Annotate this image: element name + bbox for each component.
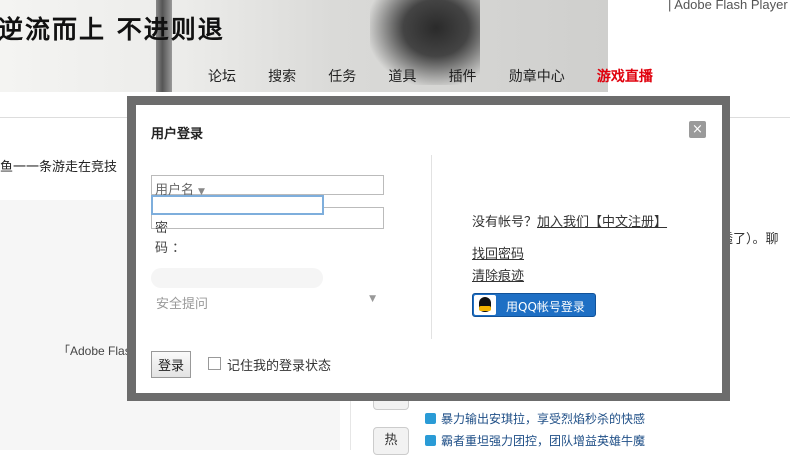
login-dialog: 用户登录 × 用户名 ▼ 密码 ： 安全提问 ▼ 没有帐号？加入我们【中文注册】 …: [136, 105, 722, 393]
nav-tasks[interactable]: 任务: [328, 66, 356, 86]
flash-placeholder: 「Adobe Flas: [58, 344, 131, 358]
news-title[interactable]: 霸者重坦强力团控，团队增益英雄牛魔: [441, 434, 645, 448]
forgot-password-link[interactable]: 找回密码: [472, 243, 524, 262]
nav-search[interactable]: 搜索: [268, 66, 296, 86]
main-nav: 论坛 搜索 任务 道具 插件 勋章中心 游戏直播: [208, 66, 681, 86]
username-type-select[interactable]: 用户名 ▼: [151, 175, 384, 198]
news-title[interactable]: 暴力输出安琪拉，享受烈焰秒杀的快感: [441, 412, 645, 426]
qq-penguin-icon: [474, 295, 496, 315]
nav-medals[interactable]: 勋章中心: [509, 66, 565, 86]
hot-button[interactable]: 热: [373, 427, 409, 455]
flash-player-notice: | Adobe Flash Player: [668, 0, 788, 12]
news-icon: [425, 413, 436, 424]
news-icon: [425, 435, 436, 446]
register-link[interactable]: 加入我们【中文注册】: [537, 215, 667, 230]
dialog-title: 用户登录: [151, 127, 204, 142]
nav-game-live[interactable]: 游戏直播: [597, 66, 653, 86]
remember-checkbox[interactable]: [208, 357, 221, 370]
remember-label: 记住我的登录状态: [227, 359, 332, 374]
login-button[interactable]: 登录: [151, 351, 191, 378]
captcha-placeholder: [151, 268, 323, 288]
close-button[interactable]: ×: [689, 121, 706, 138]
qq-login-label: 用QQ帐号登录: [506, 300, 585, 314]
remember-me[interactable]: 记住我的登录状态: [208, 355, 331, 374]
qq-login-button[interactable]: 用QQ帐号登录: [472, 293, 596, 317]
dialog-divider: [431, 155, 432, 339]
marquee-text: 鱼一一条游走在竞技: [0, 160, 118, 175]
nav-forum[interactable]: 论坛: [208, 66, 236, 86]
chevron-down-icon: ▼: [369, 294, 376, 304]
banner-calligraphy: 逆流而上 不进则退: [0, 15, 225, 44]
nav-plugins[interactable]: 插件: [449, 66, 477, 86]
password-label: 密码 ：: [155, 221, 186, 256]
security-question-select[interactable]: 安全提问 ▼: [151, 290, 384, 312]
nav-items[interactable]: 道具: [388, 66, 416, 86]
username-input[interactable]: [151, 195, 324, 215]
news-item[interactable]: 暴力输出安琪拉，享受烈焰秒杀的快感: [425, 410, 645, 427]
security-question-label: 安全提问: [156, 297, 209, 312]
news-item[interactable]: 霸者重坦强力团控，团队增益英雄牛魔: [425, 432, 645, 449]
clear-traces-link[interactable]: 清除痕迹: [472, 265, 524, 284]
register-prompt: 没有帐号？加入我们【中文注册】: [472, 215, 668, 230]
